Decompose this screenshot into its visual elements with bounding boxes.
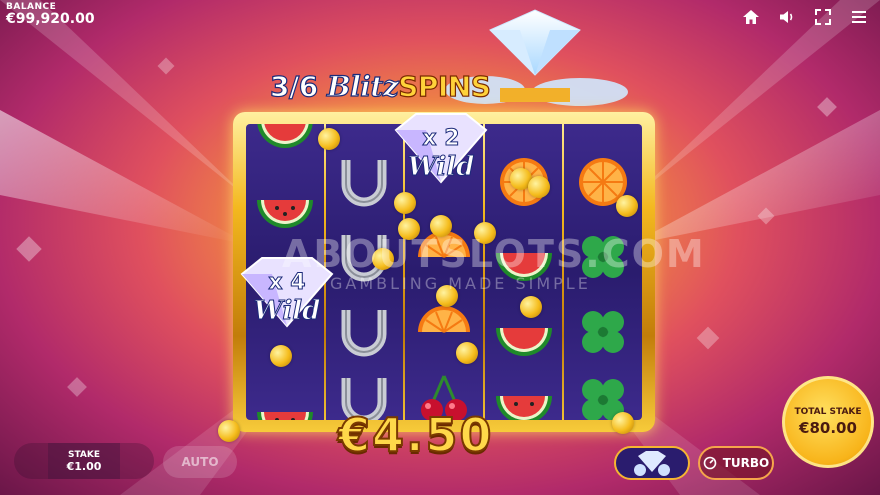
watermark-subtitle: GAMBLING MADE SIMPLE	[330, 274, 591, 293]
turbo-label: TURBO	[722, 456, 770, 470]
fullscreen-icon[interactable]	[812, 6, 834, 28]
stake-increase-button[interactable]	[120, 443, 154, 479]
wild-multiplier: x 2	[422, 126, 460, 152]
bet-feature-button[interactable]	[614, 446, 690, 480]
wild-label: Wild	[253, 296, 321, 327]
watermelon-icon	[485, 362, 563, 420]
clover-icon	[564, 294, 642, 370]
clover-icon	[564, 362, 642, 420]
total-stake-label: TOTAL STAKE	[794, 407, 862, 417]
balance-value: €99,920.00	[6, 11, 95, 27]
wild-label: Wild	[407, 152, 475, 183]
coin-icon	[270, 345, 292, 367]
watermelon-icon	[246, 166, 324, 242]
watermelon-icon	[246, 124, 324, 162]
menu-icon[interactable]	[848, 6, 870, 28]
top-toolbar	[740, 6, 870, 28]
spins-count: 3/6	[269, 69, 318, 103]
watermark: ABOUTSLOTS.COM	[282, 232, 706, 276]
coin-icon	[456, 342, 478, 364]
stake-label: STAKE	[67, 449, 100, 460]
turbo-icon	[703, 456, 717, 470]
stake-control: STAKE €1.00	[14, 443, 154, 479]
diamond-icon	[634, 451, 670, 476]
stake-decrease-button[interactable]	[14, 443, 48, 479]
spin-button-total-stake[interactable]: TOTAL STAKE €80.00	[782, 376, 874, 468]
coin-icon	[612, 412, 634, 434]
turbo-button[interactable]: TURBO	[698, 446, 774, 480]
spins-blitz: Blitz	[326, 69, 399, 103]
coin-icon	[218, 420, 240, 442]
win-amount: €4.50	[337, 407, 494, 463]
coin-icon	[616, 195, 638, 217]
stake-display: STAKE €1.00	[48, 443, 120, 479]
coin-icon	[394, 192, 416, 214]
coin-icon	[520, 296, 542, 318]
coin-icon	[318, 128, 340, 150]
auto-button[interactable]: AUTO	[163, 446, 237, 478]
spins-word: SPINS	[398, 69, 492, 103]
stake-value: €1.00	[66, 459, 102, 473]
speaker-icon[interactable]	[776, 6, 798, 28]
coin-icon	[528, 176, 550, 198]
balance-panel: BALANCE €99,920.00	[6, 2, 95, 27]
free-spins-counter: 3/6 BlitzSPINS	[269, 69, 492, 103]
home-icon[interactable]	[740, 6, 762, 28]
watermelon-icon	[246, 378, 324, 420]
total-stake-value: €80.00	[799, 419, 857, 437]
